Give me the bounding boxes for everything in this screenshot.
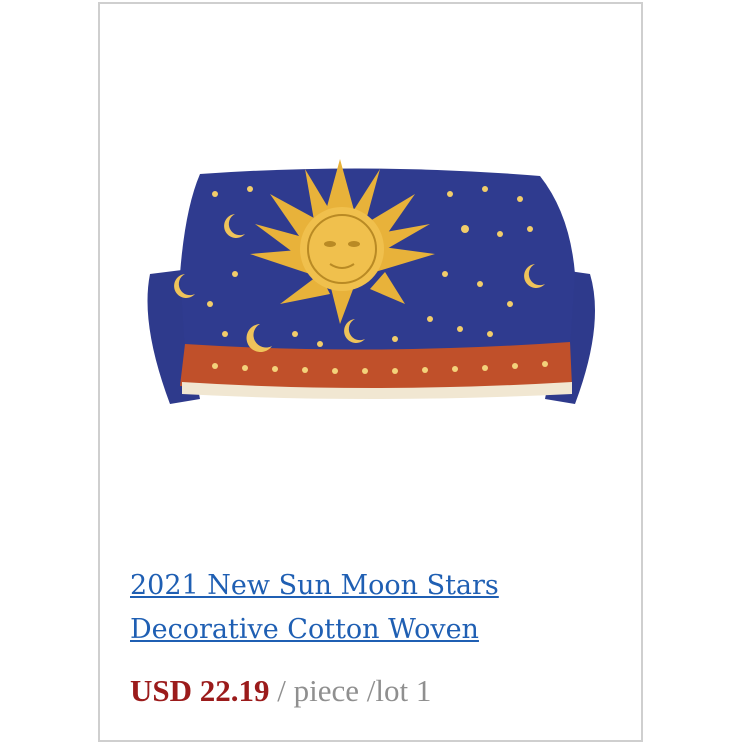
product-title-link[interactable]: 2021 New Sun Moon Stars Decorative Cotto…	[130, 564, 600, 652]
sofa-throw-blanket-image[interactable]	[130, 154, 610, 414]
product-card[interactable]: 2021 New Sun Moon Stars Decorative Cotto…	[98, 2, 643, 742]
price-unit: / piece /lot 1	[277, 673, 432, 708]
price-row: USD 22.19 / piece /lot 1	[130, 669, 431, 713]
price-value: USD 22.19	[130, 673, 270, 708]
